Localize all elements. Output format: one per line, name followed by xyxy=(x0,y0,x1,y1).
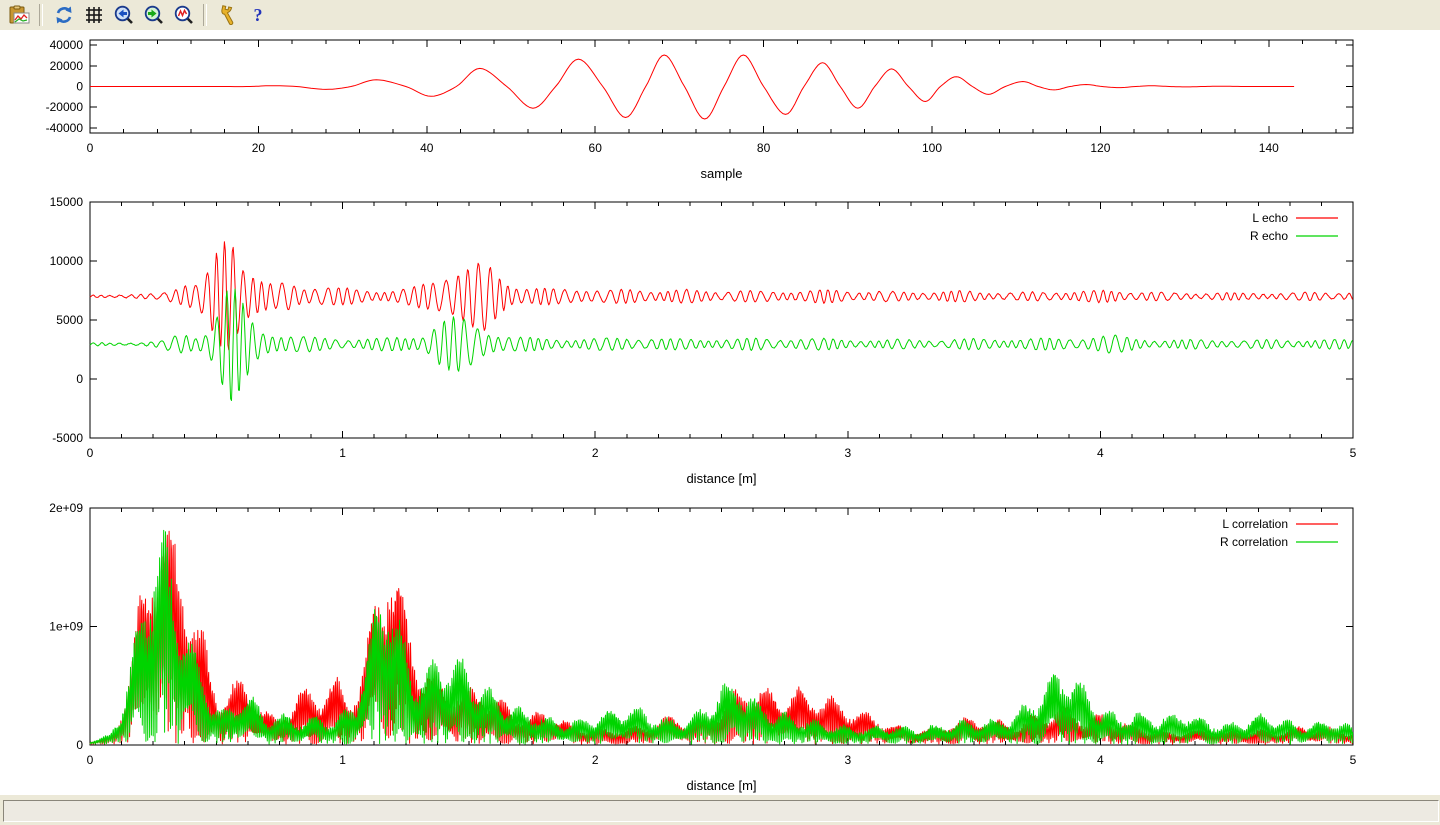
status-bar xyxy=(0,795,1440,825)
svg-text:0: 0 xyxy=(87,141,94,155)
svg-text:-20000: -20000 xyxy=(46,100,84,114)
svg-text:0: 0 xyxy=(76,80,83,94)
svg-text:0: 0 xyxy=(76,372,83,386)
grid-toggle-button[interactable] xyxy=(80,2,108,28)
svg-text:2: 2 xyxy=(592,446,599,460)
svg-text:20000: 20000 xyxy=(50,59,84,73)
svg-text:15000: 15000 xyxy=(50,195,84,209)
toolbar: ? xyxy=(0,0,1440,31)
zoom-autoscale-icon xyxy=(174,5,194,25)
svg-text:5: 5 xyxy=(1350,753,1357,767)
next-zoom-button[interactable] xyxy=(140,2,168,28)
svg-text:-40000: -40000 xyxy=(46,121,84,135)
svg-text:40000: 40000 xyxy=(50,38,84,52)
copy-to-clipboard-button[interactable] xyxy=(6,2,34,28)
svg-text:100: 100 xyxy=(922,141,942,155)
wrench-icon xyxy=(218,5,238,25)
svg-text:2e+09: 2e+09 xyxy=(49,501,83,515)
clipboard-chart-icon xyxy=(9,5,31,25)
previous-zoom-button[interactable] xyxy=(110,2,138,28)
toolbar-separator xyxy=(39,4,43,26)
help-glyph: ? xyxy=(254,5,263,25)
svg-text:5: 5 xyxy=(1350,446,1357,460)
replot-button[interactable] xyxy=(50,2,78,28)
svg-text:3: 3 xyxy=(844,753,851,767)
svg-text:60: 60 xyxy=(589,141,603,155)
help-button[interactable]: ? xyxy=(244,2,272,28)
help-icon: ? xyxy=(248,5,268,25)
svg-text:0: 0 xyxy=(76,738,83,752)
svg-text:3: 3 xyxy=(844,446,851,460)
svg-text:140: 140 xyxy=(1259,141,1279,155)
svg-text:0: 0 xyxy=(87,446,94,460)
autoscale-button[interactable] xyxy=(170,2,198,28)
svg-text:80: 80 xyxy=(757,141,771,155)
svg-text:5000: 5000 xyxy=(56,313,83,327)
svg-text:20: 20 xyxy=(252,141,266,155)
svg-text:distance [m]: distance [m] xyxy=(686,778,756,793)
svg-text:40: 40 xyxy=(420,141,434,155)
svg-text:0: 0 xyxy=(87,753,94,767)
svg-text:1: 1 xyxy=(339,753,346,767)
svg-text:1: 1 xyxy=(339,446,346,460)
svg-text:2: 2 xyxy=(592,753,599,767)
toolbar-separator xyxy=(203,4,207,26)
svg-text:1e+09: 1e+09 xyxy=(49,620,83,634)
sample-plot[interactable] xyxy=(90,40,1353,133)
svg-text:sample: sample xyxy=(701,166,743,181)
zoom-previous-icon xyxy=(114,5,134,25)
svg-text:4: 4 xyxy=(1097,446,1104,460)
grid-icon xyxy=(84,5,104,25)
correlation-plot[interactable] xyxy=(90,508,1353,745)
plot-area: 020406080100120140-40000-200000200004000… xyxy=(0,30,1440,795)
zoom-next-icon xyxy=(144,5,164,25)
refresh-icon xyxy=(54,5,74,25)
status-field xyxy=(3,800,1439,822)
svg-text:10000: 10000 xyxy=(50,254,84,268)
echo-plot[interactable] xyxy=(90,202,1353,438)
svg-text:4: 4 xyxy=(1097,753,1104,767)
svg-text:120: 120 xyxy=(1090,141,1110,155)
svg-text:-5000: -5000 xyxy=(52,431,83,445)
configure-button[interactable] xyxy=(214,2,242,28)
svg-text:distance [m]: distance [m] xyxy=(686,471,756,486)
